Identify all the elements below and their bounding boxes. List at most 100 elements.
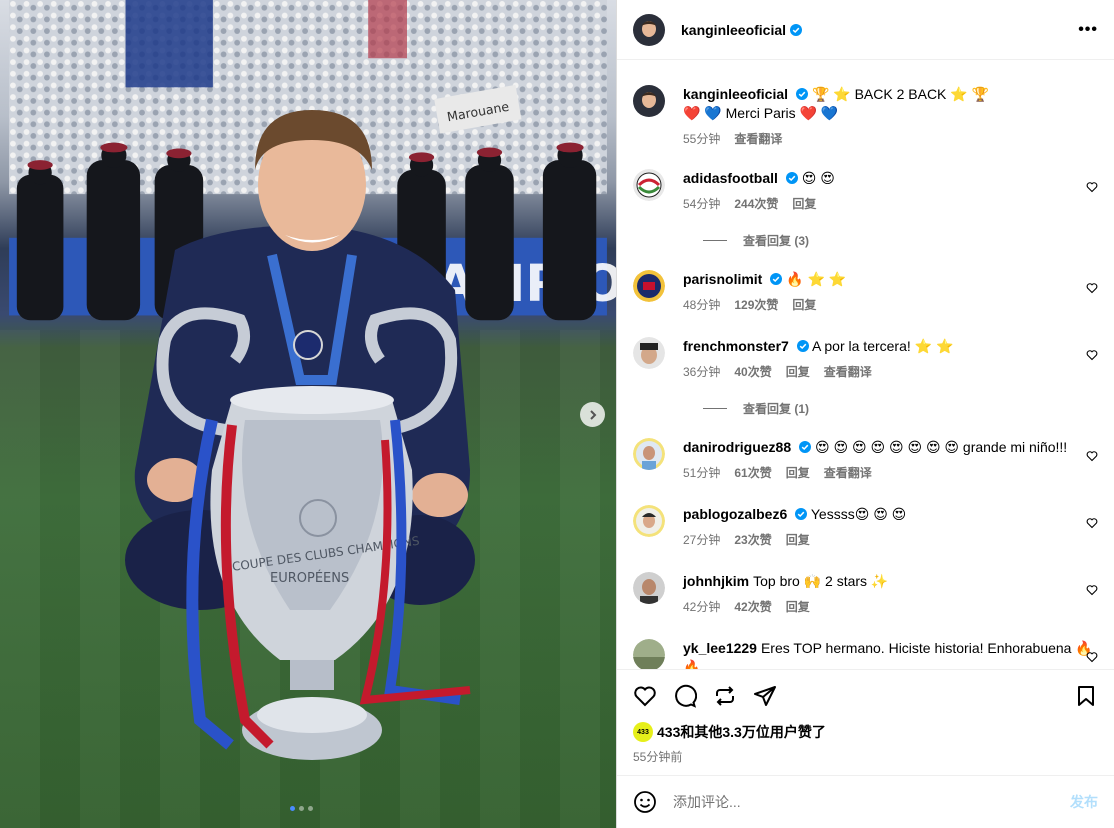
- verified-badge-icon: [790, 23, 803, 36]
- more-options-icon[interactable]: •••: [1078, 21, 1098, 39]
- verified-badge-icon: [795, 508, 808, 520]
- comment-like-count[interactable]: 23次赞: [734, 531, 771, 548]
- carousel-dot: [308, 806, 313, 811]
- carousel-dot: [299, 806, 304, 811]
- reply-link[interactable]: 回复: [792, 296, 816, 313]
- comment-text: A por la tercera! ⭐ ⭐: [811, 338, 954, 354]
- post-comment-button[interactable]: 发布: [1070, 792, 1098, 812]
- carousel-dot: [290, 806, 295, 811]
- reply-link[interactable]: 回复: [786, 598, 810, 615]
- commenter-avatar[interactable]: [633, 438, 665, 470]
- comment-text: Top bro 🙌 2 stars ✨: [753, 573, 889, 589]
- post-side-panel: kanginleeoficial ••• kanginleeoficial 🏆 …: [616, 0, 1114, 828]
- reply-link[interactable]: 回复: [786, 363, 810, 380]
- verified-badge-icon: [770, 273, 783, 285]
- comment-time: 36分钟: [683, 365, 721, 379]
- like-comment-heart-icon[interactable]: [1086, 181, 1098, 193]
- like-comment-heart-icon[interactable]: [1086, 517, 1098, 529]
- see-translation-link[interactable]: 查看翻译: [734, 130, 782, 147]
- reply-link[interactable]: 回复: [786, 464, 810, 481]
- comment-username[interactable]: frenchmonster7: [683, 338, 789, 354]
- comment-like-count[interactable]: 42次赞: [734, 598, 771, 615]
- comment-time: 48分钟: [683, 298, 721, 312]
- post-modal: Marouane AMPIO COUPE DES CLUBS CHAMPIONS…: [0, 0, 1114, 828]
- author-username[interactable]: kanginleeoficial: [681, 22, 786, 38]
- commenter-avatar[interactable]: [633, 270, 665, 302]
- comment-text: 😍 😍 😍 😍 😍 😍 😍 😍 grande mi niño!!!: [815, 439, 1068, 455]
- comment-item: danirodriguez88 😍 😍 😍 😍 😍 😍 😍 😍 grande m…: [633, 438, 1098, 481]
- comment-like-count[interactable]: 244次赞: [734, 195, 778, 212]
- carousel-dots: [290, 806, 313, 811]
- comment-time: 54分钟: [683, 197, 721, 211]
- comment-item: yk_lee1229 Eres TOP hermano. Hiciste hist…: [633, 639, 1098, 669]
- comment-item: parisnolimit 🔥 ⭐ ⭐ 48分钟 129次赞 回复: [633, 270, 1098, 313]
- view-replies-button[interactable]: 查看回复 (1): [703, 400, 809, 417]
- comment-username[interactable]: johnhjkim: [683, 573, 749, 589]
- view-replies-label: 查看回复 (1): [743, 402, 810, 416]
- emoji-smiley-icon[interactable]: [633, 790, 657, 814]
- comment-username[interactable]: yk_lee1229: [683, 640, 757, 656]
- comment-time: 51分钟: [683, 466, 721, 480]
- comment-item: frenchmonster7 A por la tercera! ⭐ ⭐ 36分…: [633, 337, 1098, 380]
- reply-link[interactable]: 回复: [792, 195, 816, 212]
- caption-username[interactable]: kanginleeoficial: [683, 86, 788, 102]
- liker-avatar[interactable]: 433: [633, 722, 653, 742]
- posted-time: 55分钟前: [633, 750, 683, 764]
- see-translation-link[interactable]: 查看翻译: [824, 363, 872, 380]
- like-comment-heart-icon[interactable]: [1086, 651, 1098, 663]
- commenter-avatar[interactable]: [633, 505, 665, 537]
- like-comment-heart-icon[interactable]: [1086, 450, 1098, 462]
- author-avatar[interactable]: [633, 13, 665, 46]
- commenter-avatar[interactable]: [633, 169, 665, 201]
- like-comment-heart-icon[interactable]: [1086, 349, 1098, 361]
- caption-text-line2: ❤️ 💙 Merci Paris ❤️ 💙: [683, 105, 839, 121]
- comment-item: pablogozalbez6 Yessss😍 😍 😍 27分钟 23次赞 回复: [633, 505, 1098, 548]
- like-comment-heart-icon[interactable]: [1086, 584, 1098, 596]
- comment-text: Yessss😍 😍 😍: [810, 506, 907, 522]
- commenter-avatar[interactable]: [633, 572, 665, 604]
- comment-bubble-icon[interactable]: [673, 684, 697, 708]
- view-replies-button[interactable]: 查看回复 (3): [703, 232, 809, 249]
- player-with-trophy: COUPE DES CLUBS CHAMPIONS EUROPÉENS: [125, 110, 475, 760]
- post-header: kanginleeoficial •••: [617, 0, 1114, 60]
- comment-like-count[interactable]: 61次赞: [734, 464, 771, 481]
- like-comment-heart-icon[interactable]: [1086, 282, 1098, 294]
- comment-text: 😍 😍: [801, 170, 835, 186]
- post-photo[interactable]: Marouane AMPIO COUPE DES CLUBS CHAMPIONS…: [0, 0, 616, 828]
- comment-username[interactable]: pablogozalbez6: [683, 506, 787, 522]
- comment-username[interactable]: parisnolimit: [683, 271, 762, 287]
- comment-time: 42分钟: [683, 600, 721, 614]
- verified-badge-icon: [796, 88, 809, 100]
- post-actions: 433 433和其他3.3万位用户赞了 55分钟前: [617, 669, 1114, 775]
- trophy-inscription-2: EUROPÉENS: [270, 570, 349, 586]
- comments-list: kanginleeoficial 🏆 ⭐ BACK 2 BACK ⭐ 🏆 ❤️ …: [617, 61, 1114, 669]
- share-paper-plane-icon[interactable]: [753, 684, 777, 708]
- caption: kanginleeoficial 🏆 ⭐ BACK 2 BACK ⭐ 🏆 ❤️ …: [633, 85, 1098, 147]
- reply-link[interactable]: 回复: [786, 531, 810, 548]
- next-image-button[interactable]: [580, 402, 605, 427]
- repost-icon[interactable]: [713, 684, 737, 708]
- comment-like-count[interactable]: 129次赞: [734, 296, 778, 313]
- comment-time: 27分钟: [683, 533, 721, 547]
- commenter-avatar[interactable]: [633, 337, 665, 369]
- author-avatar[interactable]: [633, 85, 665, 117]
- save-bookmark-icon[interactable]: [1074, 684, 1098, 708]
- comment-like-count[interactable]: 40次赞: [734, 363, 771, 380]
- see-translation-link[interactable]: 查看翻译: [824, 464, 872, 481]
- add-comment-bar: 发布: [617, 775, 1114, 828]
- chevron-right-icon: [589, 409, 596, 420]
- view-replies-label: 查看回复 (3): [743, 234, 810, 248]
- like-heart-icon[interactable]: [633, 684, 657, 708]
- comment-item: johnhjkim Top bro 🙌 2 stars ✨ 42分钟 42次赞 回复: [633, 572, 1098, 615]
- likes-text[interactable]: 433和其他3.3万位用户赞了: [657, 722, 826, 742]
- comment-username[interactable]: danirodriguez88: [683, 439, 791, 455]
- caption-time: 55分钟: [683, 132, 721, 146]
- comment-username[interactable]: adidasfootball: [683, 170, 778, 186]
- verified-badge-icon: [799, 441, 812, 453]
- comment-input[interactable]: [673, 794, 1070, 810]
- commenter-avatar[interactable]: [633, 639, 665, 669]
- comment-text: 🔥 ⭐ ⭐: [786, 271, 847, 287]
- comment-item: adidasfootball 😍 😍 54分钟 244次赞 回复: [633, 169, 1098, 212]
- likes-summary[interactable]: 433 433和其他3.3万位用户赞了: [633, 722, 1098, 742]
- verified-badge-icon: [796, 340, 809, 352]
